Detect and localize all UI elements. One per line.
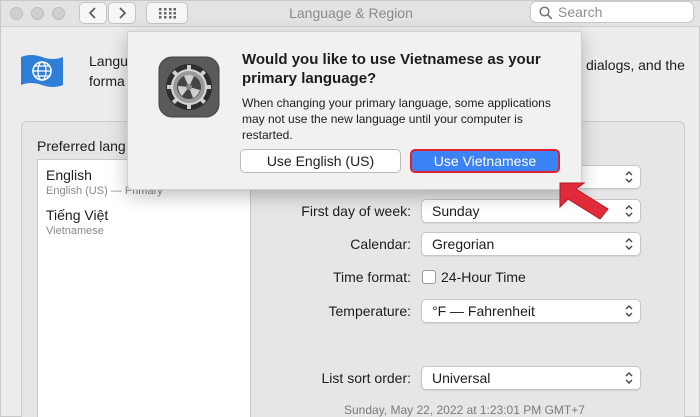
first-day-value: Sunday [432, 203, 480, 219]
24-hour-checkbox[interactable] [422, 270, 436, 284]
preferred-languages-label: Preferred lang [37, 138, 126, 154]
updown-chevron-icon [625, 171, 633, 183]
temperature-value: °F — Fahrenheit [432, 303, 535, 319]
dialog-title: Would you like to use Vietnamese as your… [242, 51, 541, 87]
gear-icon [158, 56, 220, 118]
language-subtitle: Vietnamese [46, 225, 104, 237]
use-english-button[interactable]: Use English (US) [240, 149, 401, 173]
calendar-value: Gregorian [432, 236, 495, 252]
updown-chevron-icon [625, 205, 633, 217]
sort-order-popup[interactable]: Universal [421, 366, 641, 390]
search-icon [539, 6, 553, 20]
calendar-label: Calendar: [350, 236, 411, 252]
sort-order-label: List sort order: [321, 370, 411, 386]
list-item-vietnamese[interactable]: Tiếng Việt Vietnamese [46, 207, 108, 237]
sort-order-value: Universal [432, 370, 491, 386]
calendar-popup[interactable]: Gregorian [421, 232, 641, 256]
language-list[interactable]: English English (US) — Primary Tiếng Việ… [37, 159, 251, 417]
primary-language-dialog: Would you like to use Vietnamese as your… [127, 31, 582, 190]
description-text-start-2: forma [89, 73, 125, 89]
updown-chevron-icon [625, 305, 633, 317]
description-text-end-1: dialogs, and the [586, 57, 685, 73]
annotation-arrow-icon [559, 182, 609, 220]
temperature-label: Temperature: [328, 303, 411, 319]
updown-chevron-icon [625, 238, 633, 250]
globe-flag-icon [21, 55, 63, 87]
language-name: Tiếng Việt [46, 207, 109, 223]
description-text-start-1: Langu [89, 53, 128, 69]
date-preview: Sunday, May 22, 2022 at 1:23:01 PM GMT+7 [344, 403, 585, 417]
titlebar: Language & Region Search [1, 1, 700, 27]
time-format-label: Time format: [332, 269, 411, 285]
language-region-window: Language & Region Search Langu forma dia… [0, 0, 700, 417]
24-hour-label: 24-Hour Time [441, 269, 526, 285]
updown-chevron-icon [625, 372, 633, 384]
use-vietnamese-button[interactable]: Use Vietnamese [410, 149, 560, 173]
temperature-popup[interactable]: °F — Fahrenheit [421, 299, 641, 323]
first-day-label: First day of week: [301, 203, 411, 219]
dialog-message: When changing your primary language, som… [242, 96, 551, 142]
search-placeholder: Search [558, 4, 603, 20]
search-input[interactable]: Search [530, 1, 694, 23]
